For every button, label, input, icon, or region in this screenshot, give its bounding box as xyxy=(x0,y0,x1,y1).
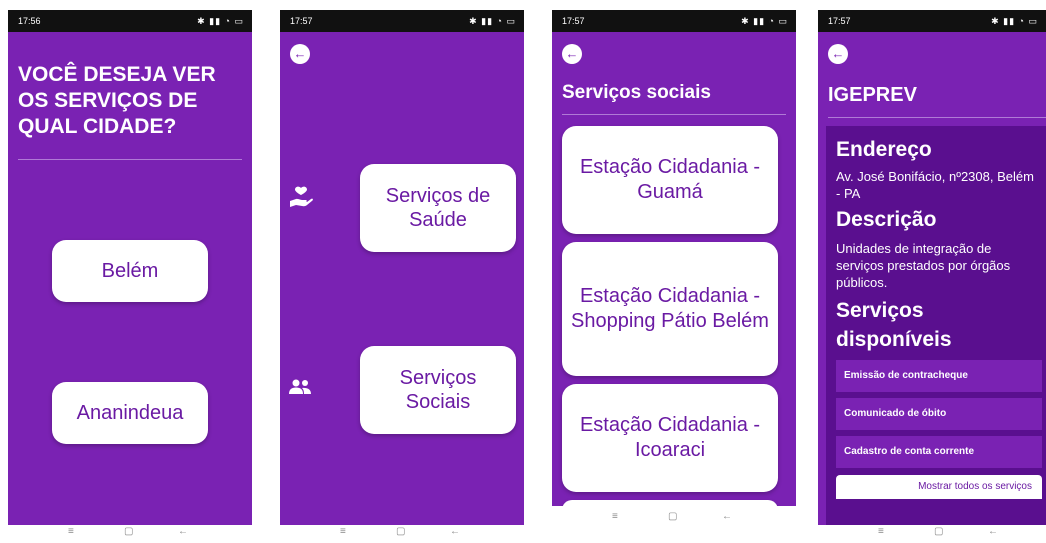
status-time: 17:56 xyxy=(18,16,41,26)
city-question-title: VOCÊ DESEJA VER OS SERVIÇOS DE QUAL CIDA… xyxy=(18,63,216,138)
city-label: Belém xyxy=(101,259,159,282)
show-all-label: Mostrar todos os serviços xyxy=(918,481,1032,492)
divider xyxy=(828,117,1046,118)
heart-hand-icon xyxy=(288,184,314,210)
status-icons: ✱ ▮▮ ◔ ▭ xyxy=(991,16,1038,26)
station-label: Estação Cidadania - Icoaraci xyxy=(579,414,761,461)
description-text: Unidades de integração de serviços prest… xyxy=(836,241,1011,290)
status-bar: 17:56 ✱ ▮▮ ◔ ▭ xyxy=(8,10,252,32)
service-item[interactable]: Emissão de contracheque xyxy=(836,360,1042,392)
page-title: IGEPREV xyxy=(828,84,917,106)
status-bar: 17:57 ✱ ▮▮ ◔ ▭ xyxy=(280,10,524,32)
station-card-icoaraci[interactable]: Estação Cidadania - Icoaraci xyxy=(562,384,778,492)
description-heading: Descrição xyxy=(836,208,937,231)
service-type-label: Serviços Sociais xyxy=(399,367,477,413)
arrow-left-icon[interactable]: ← xyxy=(828,44,848,64)
system-navbar: ≡ ▢ ← xyxy=(552,510,796,523)
service-item[interactable]: Comunicado de óbito xyxy=(836,398,1042,430)
city-label: Ananindeua xyxy=(76,401,184,424)
station-card-shopping-patio-belem[interactable]: Estação Cidadania - Shopping Pátio Belém xyxy=(562,242,778,376)
detail-panel: Endereço Av. José Bonifácio, nº2308, Bel… xyxy=(826,126,1046,525)
arrow-left-icon[interactable]: ← xyxy=(290,44,310,64)
status-bar: 17:57 ✱ ▮▮ ◔ ▭ xyxy=(818,10,1046,32)
app-area: VOCÊ DESEJA VER OS SERVIÇOS DE QUAL CIDA… xyxy=(8,32,252,525)
system-navbar: ≡ ▢ ← xyxy=(8,525,252,538)
back-nav-icon[interactable]: ← xyxy=(722,510,732,523)
status-time: 17:57 xyxy=(290,16,313,26)
home-icon[interactable]: ▢ xyxy=(934,525,943,538)
service-type-label: Serviços de Saúde xyxy=(385,185,491,231)
divider xyxy=(18,159,242,160)
home-icon[interactable]: ▢ xyxy=(668,510,677,523)
city-button-belem[interactable]: Belém xyxy=(52,240,208,302)
system-navbar: ≡ ▢ ← xyxy=(818,525,1046,538)
home-icon[interactable]: ▢ xyxy=(124,525,133,538)
menu-icon[interactable]: ≡ xyxy=(878,525,884,538)
service-item[interactable]: Cadastro de conta corrente xyxy=(836,436,1042,468)
city-button-ananindeua[interactable]: Ananindeua xyxy=(52,382,208,444)
show-all-services-button[interactable]: Mostrar todos os serviços xyxy=(836,475,1042,499)
phone-screen-city-select: 17:56 ✱ ▮▮ ◔ ▭ VOCÊ DESEJA VER OS SERVIÇ… xyxy=(8,10,252,538)
address-heading: Endereço xyxy=(836,138,932,161)
phone-screen-social-services: 17:57 ✱ ▮▮ ◔ ▭ ← Serviços sociais Estaçã… xyxy=(552,10,796,538)
system-navbar: ≡ ▢ ← xyxy=(280,525,524,538)
back-nav-icon[interactable]: ← xyxy=(450,525,460,538)
menu-icon[interactable]: ≡ xyxy=(612,510,618,523)
status-time: 17:57 xyxy=(562,16,585,26)
service-item-label: Cadastro de conta corrente xyxy=(844,446,975,457)
service-type-social-button[interactable]: Serviços Sociais xyxy=(360,346,516,434)
menu-icon[interactable]: ≡ xyxy=(68,525,74,538)
service-type-health-button[interactable]: Serviços de Saúde xyxy=(360,164,516,252)
page-title: Serviços sociais xyxy=(562,82,711,103)
status-icons: ✱ ▮▮ ◔ ▭ xyxy=(197,16,244,26)
phone-screen-igeprev: 17:57 ✱ ▮▮ ◔ ▭ ← IGEPREV Endereço Av. Jo… xyxy=(818,10,1046,538)
address-text: Av. José Bonifácio, nº2308, Belém - PA xyxy=(836,169,1034,201)
screen: 17:57 ✱ ▮▮ ◔ ▭ ← Serviços de Saúde Servi… xyxy=(280,10,524,525)
people-icon xyxy=(288,378,312,396)
screen: 17:57 ✱ ▮▮ ◔ ▭ ← IGEPREV Endereço Av. Jo… xyxy=(818,10,1046,525)
station-label: Estação Cidadania - Guamá xyxy=(579,156,761,203)
status-icons: ✱ ▮▮ ◔ ▭ xyxy=(741,16,788,26)
services-heading: Serviços disponíveis xyxy=(836,299,952,351)
app-area: ← Serviços de Saúde Serviços Sociais xyxy=(280,32,524,525)
app-area: ← IGEPREV Endereço Av. José Bonifácio, n… xyxy=(818,32,1046,525)
screen: 17:56 ✱ ▮▮ ◔ ▭ VOCÊ DESEJA VER OS SERVIÇ… xyxy=(8,10,252,525)
back-nav-icon[interactable]: ← xyxy=(178,525,188,538)
station-card-partial[interactable] xyxy=(562,500,778,506)
menu-icon[interactable]: ≡ xyxy=(340,525,346,538)
station-label: Estação Cidadania - Shopping Pátio Belém xyxy=(571,285,769,332)
arrow-left-icon[interactable]: ← xyxy=(562,44,582,64)
back-nav-icon[interactable]: ← xyxy=(988,525,998,538)
service-item-label: Comunicado de óbito xyxy=(844,408,947,419)
status-icons: ✱ ▮▮ ◔ ▭ xyxy=(469,16,516,26)
home-icon[interactable]: ▢ xyxy=(396,525,405,538)
status-bar: 17:57 ✱ ▮▮ ◔ ▭ xyxy=(552,10,796,32)
service-item-label: Emissão de contracheque xyxy=(844,370,968,381)
status-time: 17:57 xyxy=(828,16,851,26)
app-area: ← Serviços sociais Estação Cidadania - G… xyxy=(552,32,796,506)
phone-screen-service-type: 17:57 ✱ ▮▮ ◔ ▭ ← Serviços de Saúde Servi… xyxy=(280,10,524,538)
screen: 17:57 ✱ ▮▮ ◔ ▭ ← Serviços sociais Estaçã… xyxy=(552,10,796,506)
divider xyxy=(562,114,786,115)
station-card-guama[interactable]: Estação Cidadania - Guamá xyxy=(562,126,778,234)
